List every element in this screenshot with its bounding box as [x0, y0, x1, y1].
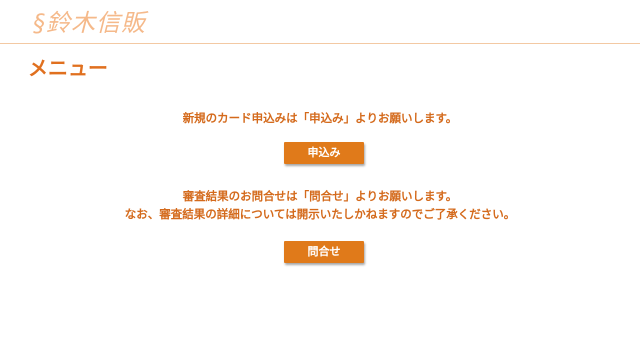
inquiry-button[interactable]: 問合せ — [284, 241, 364, 263]
page-title: メニュー — [28, 56, 108, 80]
apply-button[interactable]: 申込み — [284, 142, 364, 164]
logo: §鈴木信販 — [33, 9, 146, 37]
apply-message: 新規のカード申込みは「申込み」よりお願いします。 — [182, 111, 458, 125]
header: §鈴木信販 — [0, 0, 640, 44]
inquiry-message-line2: なお、審査結果の詳細については開示いたしかねますのでご了承ください。 — [124, 207, 516, 221]
inquiry-message-line1: 審査結果のお問合せは「問合せ」よりお願いします。 — [182, 189, 458, 203]
page: §鈴木信販 メニュー 新規のカード申込みは「申込み」よりお願いします。 申込み … — [0, 0, 640, 360]
